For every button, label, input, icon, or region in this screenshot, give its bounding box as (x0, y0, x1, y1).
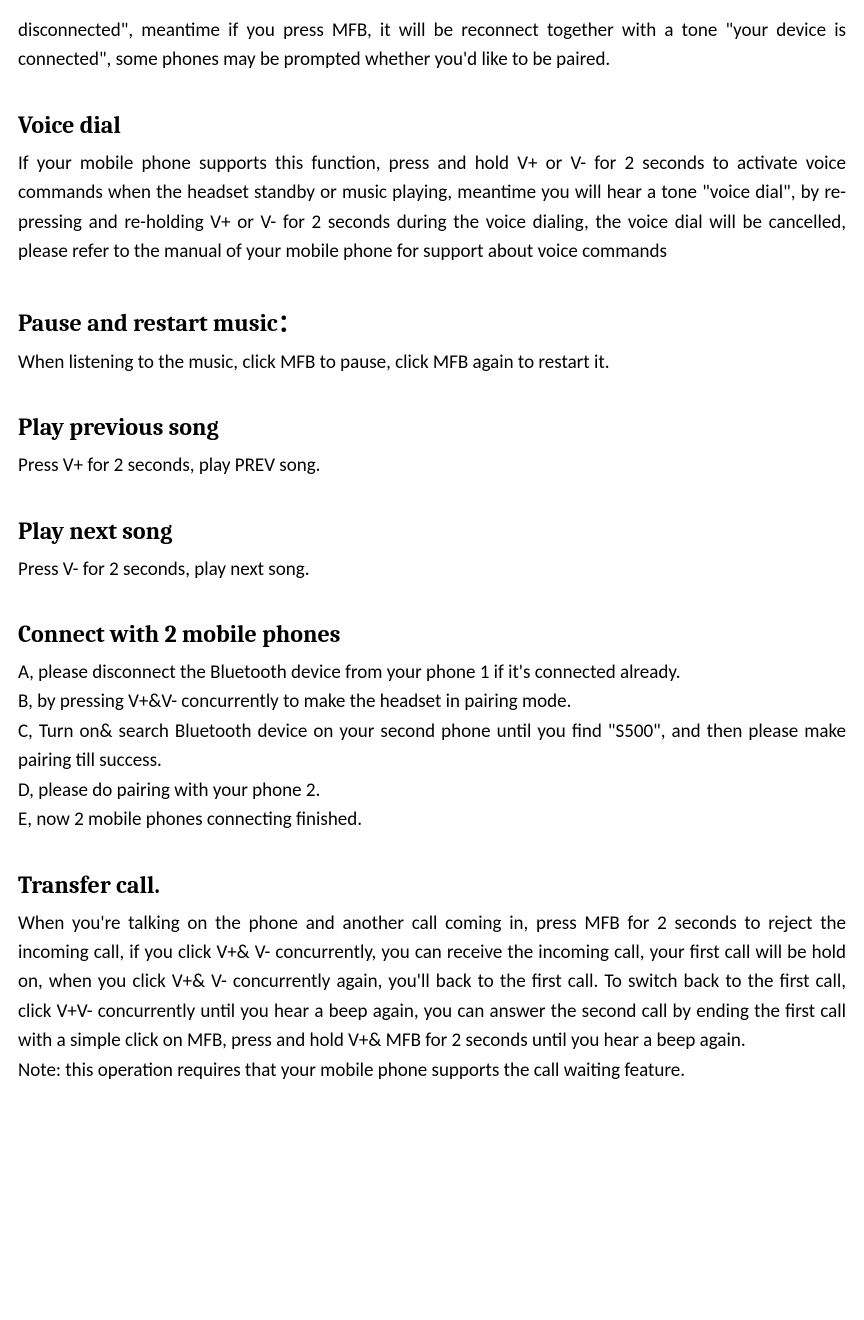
note-transfer-call: Note: this operation requires that your … (18, 1056, 846, 1085)
heading-pause-restart: Pause and restart music： (18, 303, 846, 338)
heading-next-song: Play next song (18, 517, 846, 545)
connect-two-item: C, Turn on& search Bluetooth device on y… (18, 717, 846, 776)
heading-connect-two: Connect with 2 mobile phones (18, 620, 846, 648)
body-prev-song: Press V+ for 2 seconds, play PREV song. (18, 451, 846, 480)
connect-two-item: D, please do pairing with your phone 2. (18, 776, 846, 805)
heading-prev-song: Play previous song (18, 413, 846, 441)
body-transfer-call: When you're talking on the phone and ano… (18, 909, 846, 1056)
body-pause-restart: When listening to the music, click MFB t… (18, 348, 846, 377)
heading-transfer-call: Transfer call. (18, 871, 846, 899)
connect-two-item: A, please disconnect the Bluetooth devic… (18, 658, 846, 687)
intro-paragraph: disconnected", meantime if you press MFB… (18, 16, 846, 75)
body-voice-dial: If your mobile phone supports this funct… (18, 149, 846, 267)
body-next-song: Press V- for 2 seconds, play next song. (18, 555, 846, 584)
connect-two-item: E, now 2 mobile phones connecting finish… (18, 805, 846, 834)
connect-two-item: B, by pressing V+&V- concurrently to mak… (18, 687, 846, 716)
heading-voice-dial: Voice dial (18, 111, 846, 139)
